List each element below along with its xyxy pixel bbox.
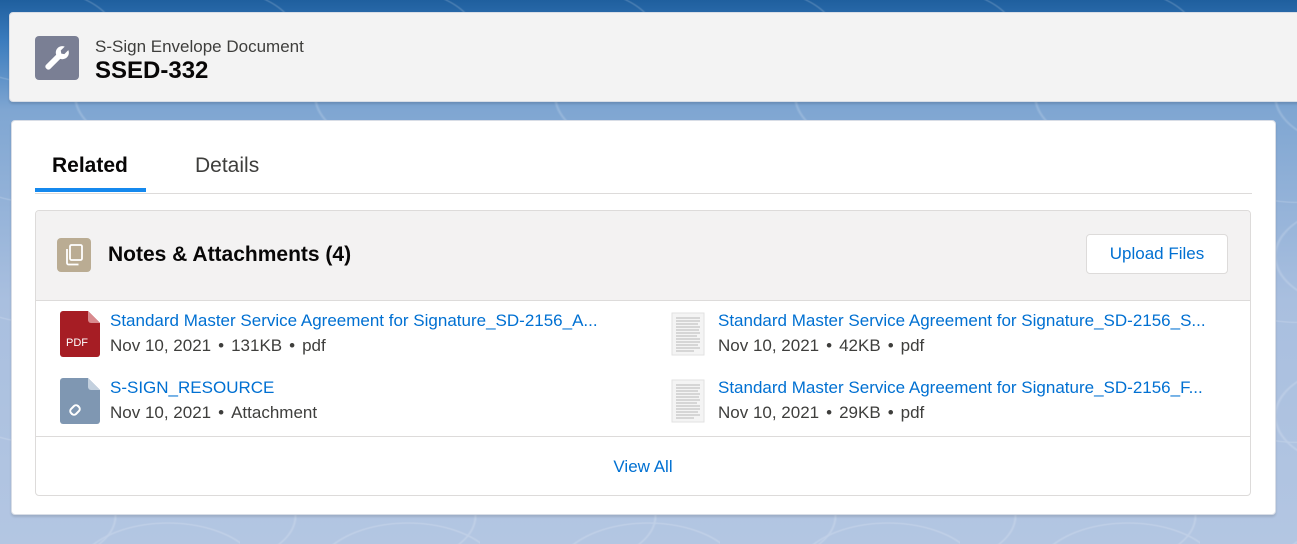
file-meta: Nov 10, 2021 • 42KB • pdf [718, 336, 925, 355]
pdf-icon-label: PDF [66, 337, 88, 349]
record-header: S-Sign Envelope Document SSED-332 [9, 12, 1297, 102]
file-type: pdf [900, 403, 925, 422]
upload-files-button[interactable]: Upload Files [1086, 234, 1228, 274]
file-name-link[interactable]: Standard Master Service Agreement for Si… [718, 378, 1203, 398]
file-size: 131KB [231, 336, 283, 355]
file-size: 42KB [839, 336, 881, 355]
related-list-header: Notes & Attachments (4) Upload Files [36, 211, 1250, 301]
file-name-link[interactable]: S-SIGN_RESOURCE [110, 378, 274, 398]
tab-related[interactable]: Related [52, 154, 128, 178]
file-meta: Nov 10, 2021 • 131KB • pdf [110, 336, 326, 355]
file-size: 29KB [839, 403, 881, 422]
file-meta: Nov 10, 2021 • Attachment [110, 403, 318, 422]
record-body-card: Related Details Notes & Attachments (4) … [11, 120, 1276, 515]
tab-bar: Related Details [35, 121, 1252, 194]
document-thumbnail-icon[interactable] [668, 311, 708, 357]
file-date: Nov 10, 2021 [110, 336, 212, 355]
attachments-icon [57, 238, 91, 272]
related-list-footer: View All [36, 436, 1250, 495]
file-date: Nov 10, 2021 [718, 336, 820, 355]
file-date: Nov 10, 2021 [718, 403, 820, 422]
active-tab-indicator [35, 188, 146, 192]
notes-attachments-related-list: Notes & Attachments (4) Upload Files PDF… [35, 210, 1251, 496]
record-title: SSED-332 [95, 57, 209, 84]
object-type-label: S-Sign Envelope Document [95, 37, 304, 56]
link-attachment-icon[interactable] [60, 378, 100, 424]
related-list-title: Notes & Attachments (4) [108, 243, 352, 266]
file-type: pdf [900, 336, 925, 355]
wrench-icon [35, 36, 79, 80]
tab-details[interactable]: Details [195, 154, 259, 178]
file-name-link[interactable]: Standard Master Service Agreement for Si… [718, 311, 1206, 331]
file-type: pdf [302, 336, 326, 355]
pdf-icon[interactable]: PDF [60, 311, 100, 357]
file-date: Nov 10, 2021 [110, 403, 212, 422]
view-all-link[interactable]: View All [613, 457, 672, 477]
file-type: Attachment [231, 403, 318, 422]
document-thumbnail-icon[interactable] [668, 378, 708, 424]
file-meta: Nov 10, 2021 • 29KB • pdf [718, 403, 925, 422]
file-name-link[interactable]: Standard Master Service Agreement for Si… [110, 311, 598, 331]
